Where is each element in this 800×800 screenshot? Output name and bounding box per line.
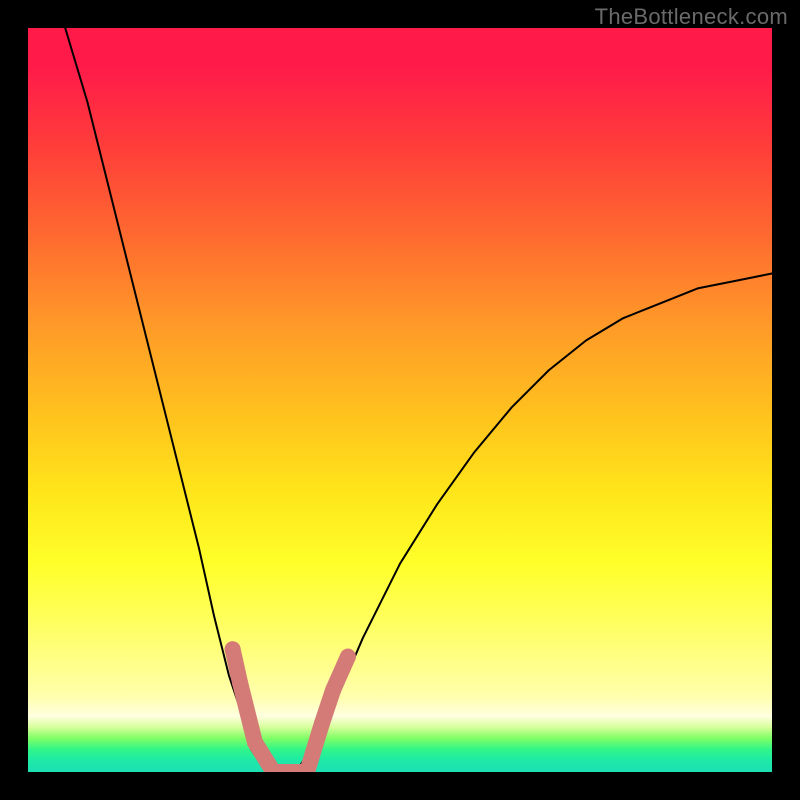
chart-frame: TheBottleneck.com (0, 0, 800, 800)
curve-marker (340, 649, 356, 665)
bottleneck-curve-path (65, 28, 772, 772)
curve-marker (225, 641, 241, 657)
curve-layer (28, 28, 772, 772)
curve-marker (314, 716, 330, 732)
curve-markers (225, 641, 356, 772)
bottleneck-curve (65, 28, 772, 772)
curve-marker (232, 675, 248, 691)
plot-area (28, 28, 772, 772)
curve-marker (247, 734, 263, 750)
watermark-text: TheBottleneck.com (595, 4, 788, 30)
curve-marker-band (233, 649, 348, 772)
curve-marker (325, 682, 341, 698)
